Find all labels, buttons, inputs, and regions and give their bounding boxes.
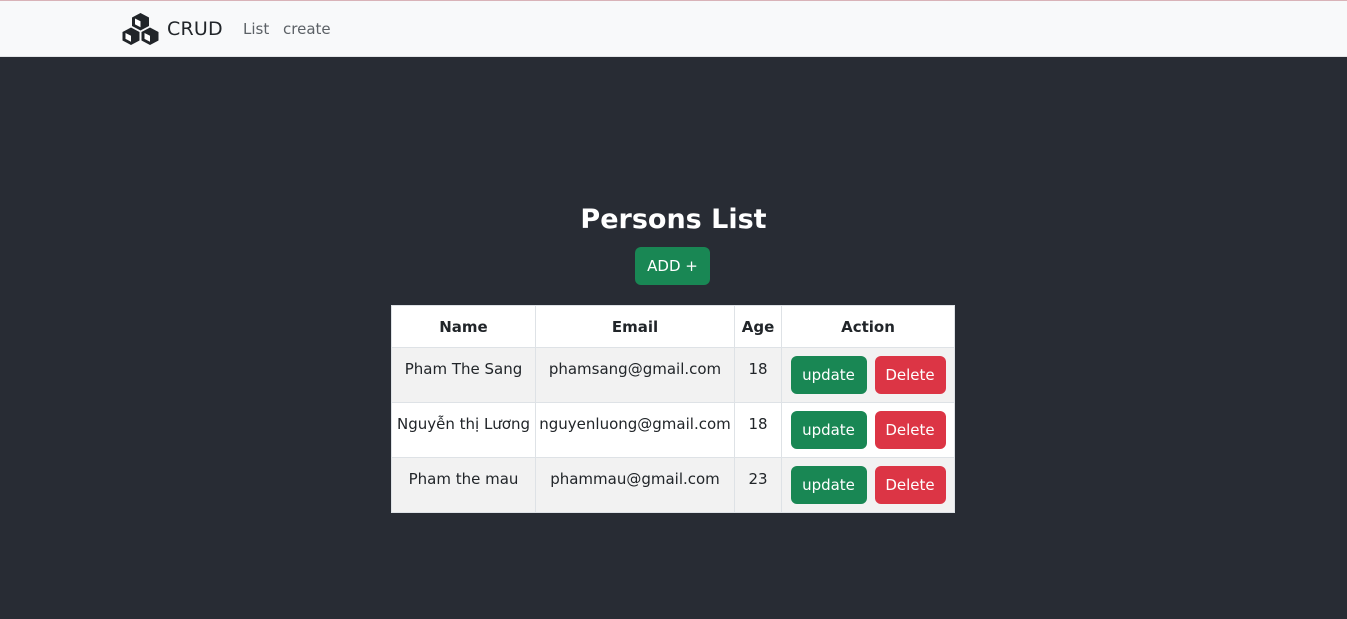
delete-button[interactable]: Delete <box>874 356 946 394</box>
page-title: Persons List <box>580 204 767 235</box>
cell-action: update Delete <box>781 347 955 403</box>
nav-link-create[interactable]: create <box>283 20 331 38</box>
table-row: Pham the mau phammau@gmail.com 23 update… <box>391 457 955 513</box>
table-header-row: Name Email Age Action <box>391 305 955 348</box>
persons-table: Name Email Age Action Pham The Sang pham… <box>391 305 955 513</box>
delete-button[interactable]: Delete <box>874 466 946 504</box>
column-header-age: Age <box>734 305 782 348</box>
column-header-name: Name <box>391 305 536 348</box>
cell-action: update Delete <box>781 457 955 513</box>
boxes-icon <box>122 12 159 46</box>
cell-email: phamsang@gmail.com <box>535 347 735 403</box>
table-row: Nguyễn thị Lương nguyenluong@gmail.com 1… <box>391 402 955 458</box>
cell-name: Pham The Sang <box>391 347 536 403</box>
cell-email: phammau@gmail.com <box>535 457 735 513</box>
cell-action: update Delete <box>781 402 955 458</box>
update-button[interactable]: update <box>790 466 867 504</box>
cell-name: Nguyễn thị Lương <box>391 402 536 458</box>
table-row: Pham The Sang phamsang@gmail.com 18 upda… <box>391 347 955 403</box>
navbar-brand[interactable]: CRUD <box>122 12 223 46</box>
add-person-button[interactable]: ADD + <box>635 247 710 285</box>
navbar: CRUD List create <box>0 1 1347 57</box>
update-button[interactable]: update <box>790 411 867 449</box>
cell-age: 18 <box>734 402 782 458</box>
column-header-email: Email <box>535 305 735 348</box>
column-header-action: Action <box>781 305 955 348</box>
nav-link-list[interactable]: List <box>243 20 269 38</box>
cell-age: 23 <box>734 457 782 513</box>
cell-age: 18 <box>734 347 782 403</box>
update-button[interactable]: update <box>790 356 867 394</box>
delete-button[interactable]: Delete <box>874 411 946 449</box>
brand-name: CRUD <box>167 18 223 40</box>
cell-email: nguyenluong@gmail.com <box>535 402 735 458</box>
cell-name: Pham the mau <box>391 457 536 513</box>
